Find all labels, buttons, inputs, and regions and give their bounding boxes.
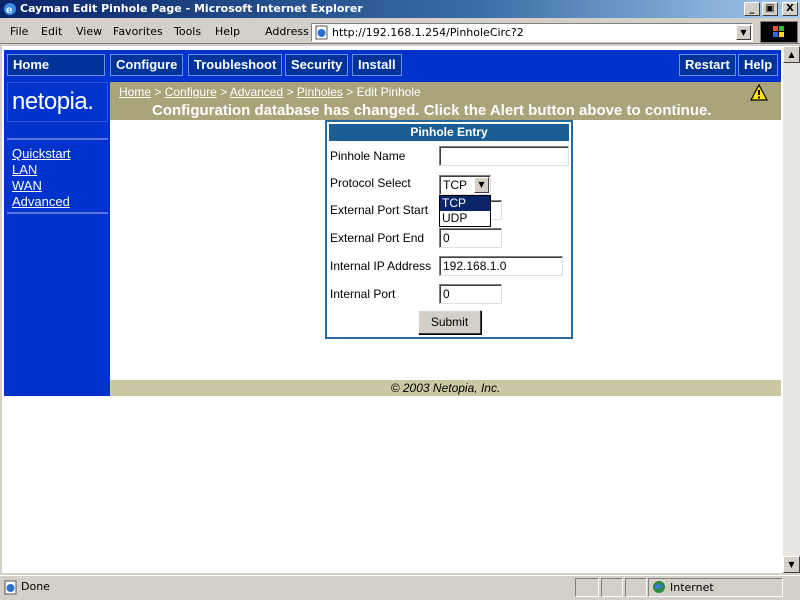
breadcrumb-current: Edit Pinhole <box>356 85 421 99</box>
sidebar-divider <box>7 138 108 140</box>
close-button[interactable]: X <box>782 2 798 16</box>
window-title-bar[interactable]: e Cayman Edit Pinhole Page - Microsoft I… <box>0 0 800 18</box>
router-page: Home Configure Troubleshoot Security Ins… <box>4 50 781 396</box>
footer-bar: © 2003 Netopia, Inc. <box>110 380 781 396</box>
protocol-select[interactable]: TCP ▼ <box>439 175 491 195</box>
status-pane <box>625 578 647 597</box>
protocol-option-tcp[interactable]: TCP <box>440 196 490 211</box>
breadcrumb-separator: > <box>286 85 294 99</box>
breadcrumb-configure[interactable]: Configure <box>165 85 217 99</box>
nav-configure[interactable]: Configure <box>110 54 184 76</box>
maximize-button[interactable]: ▣ <box>762 2 778 16</box>
pinhole-entry-form: Pinhole Entry Pinhole Name Protocol Sele… <box>325 120 573 339</box>
windows-logo-icon <box>760 21 798 43</box>
netopia-logo: netopia. <box>7 82 108 122</box>
menu-file[interactable]: File <box>10 25 28 38</box>
menu-favorites[interactable]: Favorites <box>113 25 163 38</box>
internal-port-input[interactable]: 0 <box>439 284 502 304</box>
address-dropdown-button[interactable]: ▼ <box>736 25 751 40</box>
breadcrumb-separator: > <box>220 85 228 99</box>
scroll-down-button[interactable]: ▼ <box>783 556 800 573</box>
content-area: Pinhole Entry Pinhole Name Protocol Sele… <box>110 120 781 380</box>
internet-explorer-icon: e <box>4 3 16 16</box>
breadcrumb: Home > Configure > Advanced > Pinholes >… <box>119 85 421 99</box>
sidebar-link-quickstart[interactable]: Quickstart <box>12 146 71 162</box>
status-text: Done <box>21 580 50 593</box>
chevron-down-icon[interactable]: ▼ <box>474 177 489 193</box>
protocol-select-label: Protocol Select <box>330 176 411 190</box>
sidebar-links: Quickstart LAN WAN Advanced <box>12 146 71 210</box>
address-url: http://192.168.1.254/PinholeCirc?2 <box>332 26 524 39</box>
breadcrumb-separator: > <box>154 85 162 99</box>
menu-edit[interactable]: Edit <box>41 25 62 38</box>
ext-port-start-label: External Port Start <box>330 203 429 217</box>
svg-text:e: e <box>6 5 12 16</box>
sidebar-link-wan[interactable]: WAN <box>12 178 71 194</box>
logo-text: netopia. <box>12 88 94 115</box>
scroll-up-button[interactable]: ▲ <box>783 46 800 63</box>
address-input[interactable]: http://192.168.1.254/PinholeCirc?2 ▼ <box>311 23 753 42</box>
address-label: Address <box>265 25 309 38</box>
nav-help[interactable]: Help <box>738 54 779 76</box>
internal-ip-input[interactable]: 192.168.1.0 <box>439 256 563 276</box>
pinhole-name-input[interactable] <box>439 146 569 166</box>
ext-port-end-label: External Port End <box>330 231 425 245</box>
breadcrumb-advanced[interactable]: Advanced <box>230 85 283 99</box>
nav-restart[interactable]: Restart <box>679 54 736 76</box>
ext-port-end-input[interactable]: 0 <box>439 228 502 248</box>
vertical-scrollbar[interactable]: ▲ ▼ <box>783 46 800 573</box>
sidebar-divider <box>7 212 108 214</box>
breadcrumb-bar: Home > Configure > Advanced > Pinholes >… <box>110 82 781 120</box>
breadcrumb-home[interactable]: Home <box>119 85 151 99</box>
status-bar: Done Internet <box>0 575 800 600</box>
page-icon <box>315 25 328 40</box>
window-title: Cayman Edit Pinhole Page - Microsoft Int… <box>20 2 363 15</box>
sidebar-link-lan[interactable]: LAN <box>12 162 71 178</box>
zone-text: Internet <box>670 581 714 594</box>
protocol-dropdown-list: TCP UDP <box>439 195 491 227</box>
menu-help[interactable]: Help <box>215 25 240 38</box>
alert-warning-icon[interactable] <box>750 84 768 101</box>
status-zone-pane: Internet <box>648 578 783 597</box>
breadcrumb-separator: > <box>346 85 354 99</box>
internal-port-label: Internal Port <box>330 287 396 301</box>
nav-security[interactable]: Security <box>285 54 349 76</box>
nav-home[interactable]: Home <box>7 54 105 76</box>
copyright-text: © 2003 Netopia, Inc. <box>390 381 501 395</box>
menu-view[interactable]: View <box>76 25 102 38</box>
breadcrumb-pinholes[interactable]: Pinholes <box>297 85 343 99</box>
form-title: Pinhole Entry <box>329 124 569 141</box>
page-done-icon <box>4 580 17 595</box>
nav-install[interactable]: Install <box>352 54 402 76</box>
browser-viewport: Home Configure Troubleshoot Security Ins… <box>2 46 783 573</box>
internal-ip-label: Internal IP Address <box>330 259 432 273</box>
status-pane <box>575 578 599 597</box>
submit-button[interactable]: Submit <box>418 310 481 334</box>
menu-tools[interactable]: Tools <box>174 25 201 38</box>
alert-message: Configuration database has changed. Clic… <box>152 102 712 119</box>
nav-troubleshoot[interactable]: Troubleshoot <box>188 54 283 76</box>
protocol-option-udp[interactable]: UDP <box>440 211 490 226</box>
status-pane <box>601 578 623 597</box>
sidebar-link-advanced[interactable]: Advanced <box>12 194 71 210</box>
minimize-button[interactable]: _ <box>744 2 760 16</box>
pinhole-name-label: Pinhole Name <box>330 149 406 163</box>
globe-icon <box>653 581 665 593</box>
protocol-select-value: TCP <box>443 178 467 192</box>
